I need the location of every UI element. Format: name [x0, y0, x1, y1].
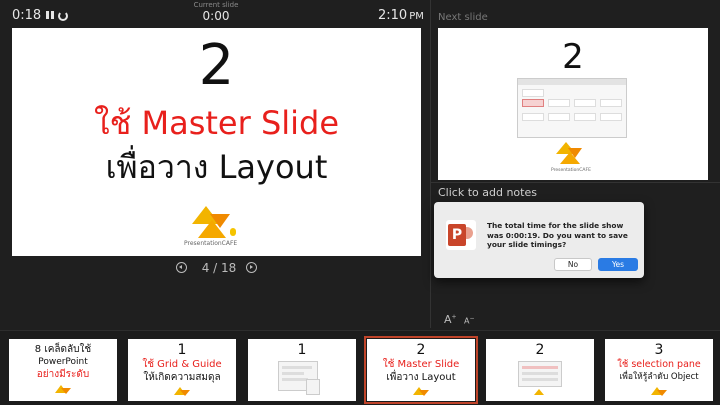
presenter-view: 0:18 Current slide 0:00 2:10 PM 2 ใช้ Mas…	[0, 0, 720, 405]
powerpoint-app-icon: P	[446, 220, 476, 250]
slide-number: 2	[198, 33, 235, 98]
thumbnail-slide-6[interactable]: 3 ใช้ selection pane เพื่อให้รู้ลำดับ Ob…	[605, 339, 713, 401]
slide-navigation: 4 / 18	[176, 261, 266, 275]
thumbnail-slide-2[interactable]: 1 ใช้ Grid & Guide ให้เกิดความสมดุล	[128, 339, 236, 401]
master-slide-screenshot	[517, 78, 627, 138]
slide-counter: 4 / 18	[201, 261, 237, 275]
presentation-cafe-logo: PresentationCAFE	[184, 204, 248, 252]
next-slide-preview[interactable]: 2 PresentationCAFE	[438, 28, 708, 180]
thumbnail-logo	[413, 387, 429, 399]
next-slide-logo: PresentationCAFE	[551, 142, 594, 178]
next-slide-label: Next slide	[438, 12, 488, 23]
decrease-font-button[interactable]: A−	[464, 315, 475, 326]
notes-divider	[430, 182, 720, 183]
thumbnail-line-1: 1	[177, 342, 187, 358]
thumbnail-logo	[534, 389, 548, 399]
increase-font-label: A	[444, 313, 452, 326]
clock: 2:10 PM	[378, 8, 424, 23]
thumbnail-slide-5[interactable]: 2	[486, 339, 594, 401]
thumbnail-line-1: 2	[535, 342, 545, 358]
thumbnail-logo	[651, 387, 667, 399]
thumbnail-line-2: ใช้ Master Slide	[382, 359, 460, 370]
slide-thumbnail-strip: 8 เคล็ดลับใช้ PowerPoint อย่างมีระดับ 1 …	[0, 330, 720, 405]
reset-icon[interactable]	[58, 11, 68, 21]
thumbnail-line-1: 8 เคล็ดลับใช้	[34, 344, 92, 355]
notes-area[interactable]: Click to add notes	[438, 186, 537, 199]
thumbnail-line-1: 3	[654, 342, 664, 358]
elapsed-timer: 0:18	[12, 8, 42, 23]
thumbnail-line-1: 2	[416, 342, 426, 358]
clock-ampm: PM	[409, 11, 424, 22]
current-slide-label: Current slide	[193, 1, 239, 9]
thumbnail-screenshot-2	[306, 379, 320, 395]
slide-title-black: เพื่อวาง Layout	[105, 148, 328, 186]
prev-slide-icon[interactable]	[176, 262, 187, 273]
thumbnail-line-3: ให้เกิดความสมดุล	[143, 372, 221, 383]
clock-time: 2:10	[378, 8, 408, 23]
thumbnail-screenshot	[518, 361, 562, 387]
no-button[interactable]: No	[554, 258, 592, 271]
thumbnail-line-3: เพื่อให้รู้ลำดับ Object	[619, 372, 699, 382]
thumbnail-line-1: 1	[297, 342, 307, 358]
thumbnail-line-3: อย่างมีระดับ	[36, 369, 90, 380]
thumbnail-slide-3[interactable]: 1	[248, 339, 356, 401]
current-slide[interactable]: 2 ใช้ Master Slide เพื่อวาง Layout Prese…	[12, 28, 421, 256]
yes-button[interactable]: Yes	[598, 258, 638, 271]
thumbnail-line-2: ใช้ Grid & Guide	[142, 359, 222, 370]
next-slide-icon[interactable]	[246, 262, 257, 273]
increase-font-button[interactable]: A+	[444, 313, 457, 326]
thumbnail-slide-1[interactable]: 8 เคล็ดลับใช้ PowerPoint อย่างมีระดับ	[9, 339, 117, 401]
thumbnail-line-2: ใช้ selection pane	[617, 359, 701, 370]
thumbnail-logo	[174, 387, 190, 399]
logo-text: PresentationCAFE	[184, 240, 238, 247]
thumbnail-slide-4-current[interactable]: 2 ใช้ Master Slide เพื่อวาง Layout	[364, 336, 478, 404]
current-slide-timer: 0:00	[202, 9, 230, 23]
thumbnail-line-2: PowerPoint	[38, 357, 88, 367]
pause-icon[interactable]	[44, 9, 56, 21]
next-slide-number: 2	[562, 37, 584, 77]
slide-title-red: ใช้ Master Slide	[93, 104, 340, 142]
pane-divider[interactable]	[430, 0, 431, 328]
thumbnail-logo	[55, 385, 71, 397]
next-logo-text: PresentationCAFE	[551, 168, 591, 173]
save-timings-dialog: P The total time for the slide show was …	[434, 202, 644, 278]
thumbnail-line-3: เพื่อวาง Layout	[386, 372, 456, 383]
dialog-message: The total time for the slide show was 0:…	[487, 221, 628, 250]
